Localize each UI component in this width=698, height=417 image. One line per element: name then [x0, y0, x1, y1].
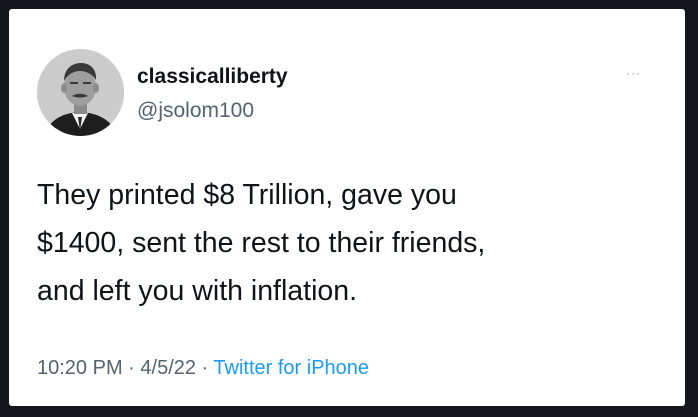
tweet-meta: 10:20 PM · 4/5/22 · Twitter for iPhone [37, 357, 369, 380]
tweet-text: They printed $8 Trillion, gave you $1400… [37, 171, 657, 315]
profile-photo-icon [37, 49, 124, 136]
tweet-text-line: $1400, sent the rest to their friends, [37, 227, 486, 259]
tweet-time[interactable]: 10:20 PM [37, 357, 123, 379]
author-handle[interactable]: @jsolom100 [137, 99, 254, 123]
tweet-date[interactable]: 4/5/22 [140, 357, 196, 379]
tweet-text-line: and left you with inflation. [37, 275, 358, 307]
tweet-source-link[interactable]: Twitter for iPhone [213, 357, 369, 379]
meta-separator: · [196, 357, 214, 379]
meta-separator: · [122, 357, 141, 379]
tweet-text-line: They printed $8 Trillion, gave you [37, 179, 457, 211]
tweet-card: classicalliberty @jsolom100 ··· They pri… [9, 9, 685, 406]
ellipsis-icon[interactable]: ··· [626, 67, 641, 79]
author-display-name[interactable]: classicalliberty [137, 65, 288, 89]
author-avatar[interactable] [37, 49, 124, 136]
